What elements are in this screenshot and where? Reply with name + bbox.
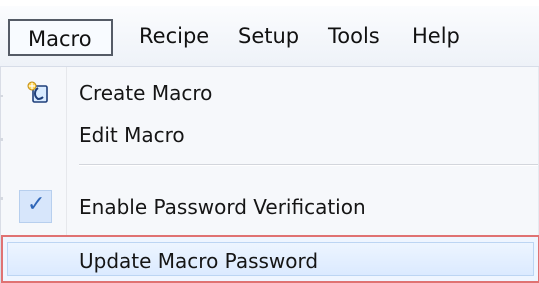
menu-tools-label: Tools	[328, 24, 380, 48]
menu-help-label: Help	[412, 24, 460, 48]
menu-item-create-macro[interactable]: Create Macro	[1, 75, 539, 111]
left-edge-mark	[0, 138, 3, 141]
checkmark-icon: ✓	[27, 192, 46, 217]
menu-bar: Macro Recipe Setup Tools Help	[0, 6, 539, 67]
left-edge-mark	[0, 95, 3, 97]
menu-macro[interactable]: Macro	[8, 19, 113, 56]
menu-tools[interactable]: Tools	[328, 18, 380, 55]
menu-item-enable-password-verification[interactable]: ✓ Enable Password Verification	[1, 189, 539, 225]
menu-recipe-label: Recipe	[139, 24, 210, 48]
menu-recipe[interactable]: Recipe	[139, 18, 209, 55]
menu-help[interactable]: Help	[412, 18, 460, 55]
create-macro-label: Create Macro	[79, 81, 213, 105]
create-macro-icon	[26, 81, 51, 105]
menu-item-edit-macro[interactable]: Edit Macro	[1, 117, 539, 153]
macro-dropdown-menu: Create Macro Edit Macro ✓ Enable Passwor…	[0, 67, 539, 283]
menu-item-update-macro-password[interactable]: Update Macro Password	[1, 243, 539, 279]
edit-macro-label: Edit Macro	[79, 123, 185, 147]
menu-setup-label: Setup	[238, 24, 300, 48]
app-window: { "menubar": { "items": [ {"label": "Mac…	[0, 0, 539, 283]
menu-setup[interactable]: Setup	[238, 18, 299, 55]
menu-macro-label: Macro	[28, 27, 92, 51]
enable-password-verification-label: Enable Password Verification	[79, 195, 366, 219]
menu-separator-highlight	[79, 165, 538, 166]
update-macro-password-label: Update Macro Password	[79, 249, 319, 273]
left-edge-mark	[0, 197, 3, 200]
